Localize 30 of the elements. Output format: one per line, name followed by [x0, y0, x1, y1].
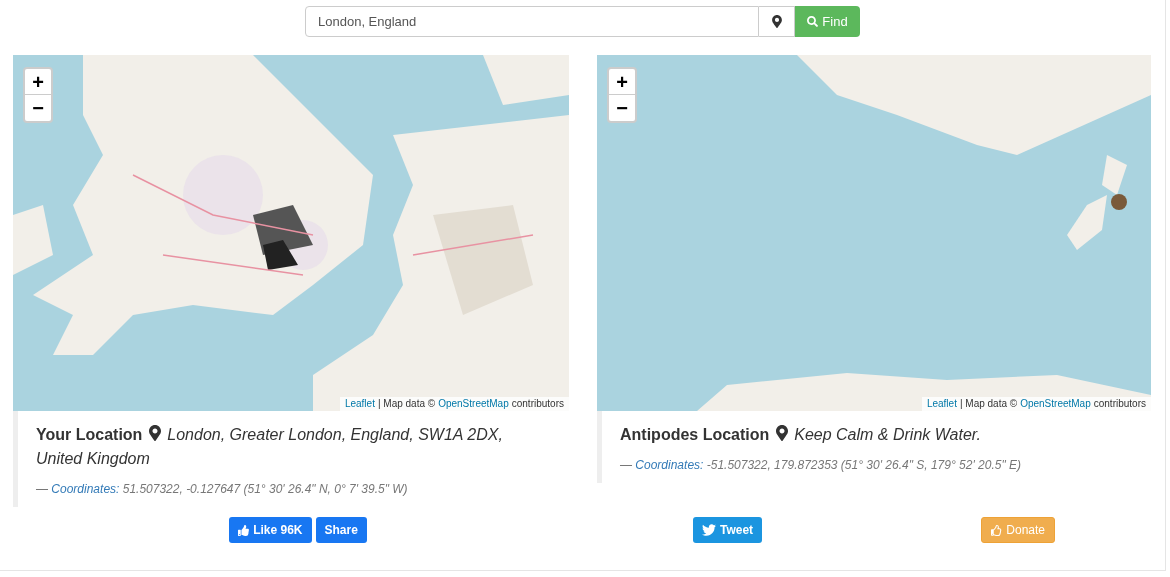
like-button[interactable]: Like 96K: [229, 517, 312, 543]
zoom-out-button[interactable]: −: [609, 95, 635, 121]
coordinates-link[interactable]: Coordinates:: [51, 482, 120, 496]
location-text: Your Location London, Greater London, England, SW1A 2DX, United Kingdom: [36, 424, 504, 469]
attribution-text: | Map data ©: [377, 397, 436, 411]
coordinates-text: — Coordinates: 51.507322, -0.127647 (51° 30' 26.4" N, 0° 7' 39.5" W): [36, 481, 409, 498]
search-field[interactable]: London, England: [305, 6, 759, 37]
pin-icon: [148, 425, 161, 441]
location-text: Antipodes Location Keep Calm & Drink Water.: [620, 424, 981, 445]
thumbs-up-icon: [238, 524, 250, 536]
pin-icon: [771, 15, 782, 28]
thumbs-up-icon: [991, 524, 1003, 536]
locate-button[interactable]: [759, 6, 795, 37]
attribution-text: contributors: [511, 397, 564, 411]
coordinates-text: — Coordinates: -51.507322, 179.872353 (51° 30' 26.4" S, 179° 52' 20.5" E): [620, 457, 1022, 474]
tweet-button[interactable]: Tweet: [693, 517, 763, 543]
coordinates-link[interactable]: Coordinates:: [635, 458, 704, 472]
zoom-out-button[interactable]: −: [25, 95, 51, 121]
search-icon: [807, 16, 819, 27]
share-button[interactable]: Share: [315, 517, 367, 543]
bird-icon: [702, 523, 716, 537]
zoom-in-button[interactable]: +: [25, 69, 51, 95]
openstreetmap-link[interactable]: OpenStreetMap: [1020, 397, 1091, 411]
attribution-text: contributors: [1093, 397, 1146, 411]
leaflet-link[interactable]: Leaflet: [344, 397, 375, 411]
openstreetmap-link[interactable]: OpenStreetMap: [438, 397, 509, 411]
zoom-in-button[interactable]: +: [609, 69, 635, 95]
attribution-text: | Map data ©: [959, 397, 1018, 411]
leaflet-link[interactable]: Leaflet: [926, 397, 957, 411]
pin-icon: [775, 425, 788, 441]
